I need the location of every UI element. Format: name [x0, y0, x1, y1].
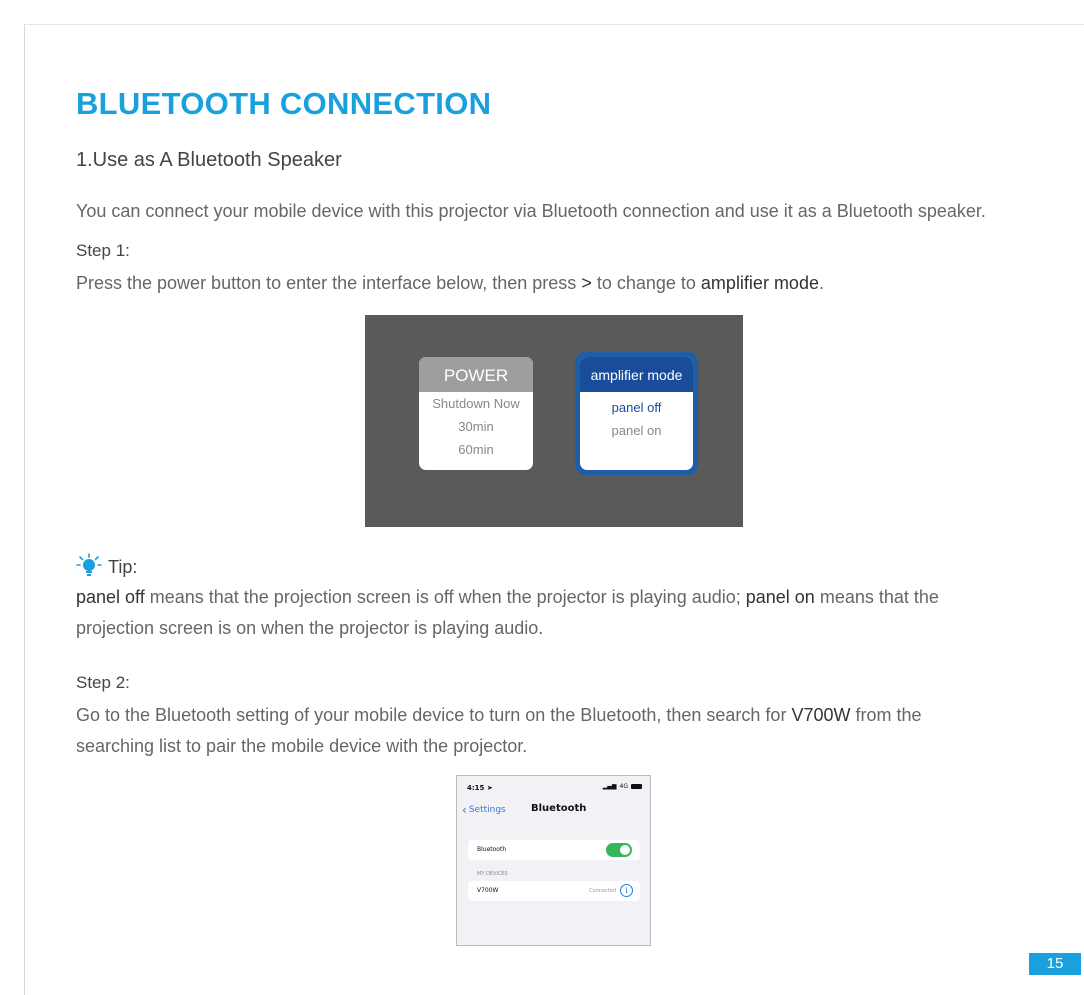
projector-menu-screenshot: POWER Shutdown Now 30min 60min amplifier… — [365, 315, 743, 527]
step2-device-name: V700W — [791, 705, 851, 725]
location-arrow-icon: ➤ — [486, 784, 493, 792]
tip-term-panel-on: panel on — [745, 587, 815, 607]
phone-section-label: MY DEVICES — [477, 871, 508, 877]
section-heading: 1.Use as A Bluetooth Speaker — [76, 149, 342, 171]
step2-line1-after: from the — [850, 705, 922, 725]
phone-bluetooth-label: Bluetooth — [477, 846, 507, 853]
tip-text1: means that the projection screen is off … — [144, 587, 746, 607]
step1-text-after: . — [818, 273, 824, 293]
step1-label: Step 1: — [76, 241, 130, 260]
tip-text-line1: panel off means that the projection scre… — [76, 583, 939, 611]
step1-text-before: Press the power button to enter the inte… — [76, 273, 582, 293]
step1-text-middle: to change to — [591, 273, 701, 293]
info-icon: i — [620, 884, 633, 897]
phone-screen-title: Bluetooth — [531, 803, 587, 814]
phone-device-status: Connected — [589, 888, 616, 894]
battery-icon — [631, 784, 642, 789]
lightbulb-icon — [76, 553, 102, 582]
tip-text-line2: projection screen is on when the project… — [76, 618, 544, 638]
page-title: BLUETOOTH CONNECTION — [76, 86, 492, 121]
power-option-60min: 60min — [458, 442, 494, 457]
tip-text2: means that the — [814, 587, 939, 607]
bluetooth-toggle — [606, 843, 632, 857]
power-option-shutdown: Shutdown Now — [432, 396, 520, 411]
phone-status-signal: ▂▄▆ 4G — [603, 783, 642, 790]
chevron-left-icon: ‹ — [462, 803, 467, 817]
phone-back-label: Settings — [468, 805, 506, 815]
amplifier-card-title: amplifier mode — [580, 357, 693, 392]
intro-paragraph: You can connect your mobile device with … — [76, 201, 986, 221]
amplifier-card: amplifier mode panel off panel on — [575, 352, 698, 475]
signal-bars-icon: ▂▄▆ — [602, 783, 617, 790]
page-number: 15 — [1029, 953, 1081, 975]
step2-line1-before: Go to the Bluetooth setting of your mobi… — [76, 705, 792, 725]
phone-status-time: 4:15 ➤ — [467, 784, 493, 792]
step2-text-line2: searching list to pair the mobile device… — [76, 736, 528, 756]
phone-back-button: ‹ Settings — [462, 803, 506, 817]
phone-device-name: V700W — [477, 887, 499, 894]
step1-key-symbol: > — [581, 273, 592, 293]
amplifier-option-panel-off: panel off — [611, 400, 662, 415]
tip-heading: Tip: — [76, 553, 137, 582]
amplifier-card-inner: amplifier mode panel off panel on — [580, 357, 693, 470]
power-option-30min: 30min — [458, 419, 494, 434]
phone-network: 4G — [619, 783, 628, 790]
phone-time: 4:15 — [467, 784, 485, 792]
power-card: POWER Shutdown Now 30min 60min — [419, 357, 533, 470]
step2-label: Step 2: — [76, 673, 130, 692]
tip-label: Tip: — [108, 557, 138, 577]
step1-text: Press the power button to enter the inte… — [76, 269, 824, 297]
amplifier-option-panel-on: panel on — [611, 423, 662, 438]
phone-bluetooth-screenshot: 4:15 ➤ ▂▄▆ 4G ‹ Settings Bluetooth Bluet… — [456, 775, 651, 946]
step1-emphasis: amplifier mode — [700, 273, 819, 293]
tip-term-panel-off: panel off — [76, 587, 145, 607]
phone-bluetooth-row: Bluetooth — [468, 840, 640, 860]
power-card-title: POWER — [419, 357, 533, 392]
step2-text-line1: Go to the Bluetooth setting of your mobi… — [76, 701, 922, 729]
phone-device-row: V700W Connected i — [468, 881, 640, 901]
toggle-knob — [620, 845, 630, 855]
